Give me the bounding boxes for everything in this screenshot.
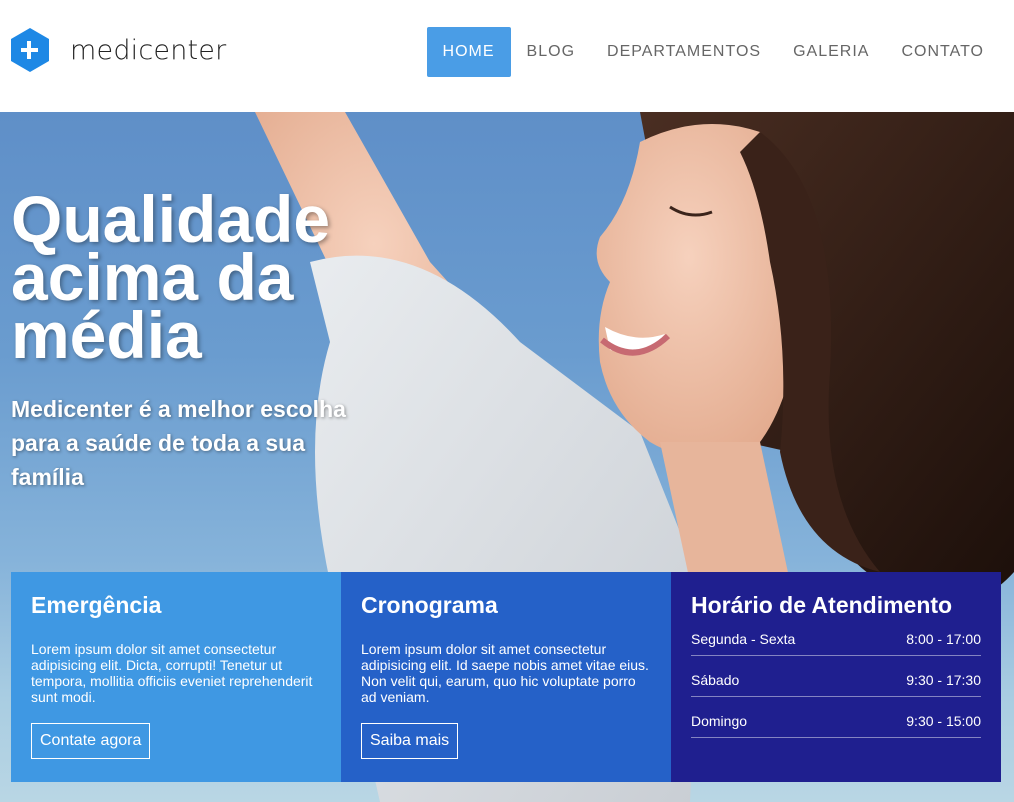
hours-time: 9:30 - 17:30 (906, 672, 981, 688)
site-header: medicenter HOME BLOG DEPARTAMENTOS GALER… (0, 0, 1014, 112)
main-nav: HOME BLOG DEPARTAMENTOS GALERIA CONTATO (426, 27, 1000, 77)
schedule-box: Cronograma Lorem ipsum dolor sit amet co… (341, 572, 671, 782)
nav-contato[interactable]: CONTATO (885, 27, 1000, 77)
hero-title: Qualidade acima da média (11, 186, 431, 368)
medical-cross-hexagon-icon (10, 27, 50, 73)
hours-day: Segunda - Sexta (691, 631, 796, 647)
emergency-text: Lorem ipsum dolor sit amet consectetur a… (31, 641, 313, 705)
hours-title: Horário de Atendimento (691, 592, 953, 618)
nav-blog[interactable]: BLOG (511, 27, 591, 77)
hours-box: Horário de Atendimento Segunda - Sexta 8… (671, 572, 1001, 782)
emergency-box: Emergência Lorem ipsum dolor sit amet co… (11, 572, 341, 782)
hours-time: 9:30 - 15:00 (906, 713, 981, 729)
schedule-title: Cronograma (361, 592, 498, 618)
emergency-title: Emergência (31, 592, 162, 618)
schedule-text: Lorem ipsum dolor sit amet consectetur a… (361, 641, 649, 705)
hours-time: 8:00 - 17:00 (906, 631, 981, 647)
contact-now-button[interactable]: Contate agora (31, 723, 151, 759)
hours-row: Sábado 9:30 - 17:30 (691, 672, 981, 697)
info-boxes: Emergência Lorem ipsum dolor sit amet co… (11, 572, 1001, 782)
logo[interactable]: medicenter (10, 27, 226, 73)
hero-subtitle: Medicenter é a melhor escolha para a saú… (11, 396, 346, 490)
nav-home[interactable]: HOME (426, 27, 511, 77)
hours-row: Segunda - Sexta 8:00 - 17:00 (691, 631, 981, 656)
hours-row: Domingo 9:30 - 15:00 (691, 713, 981, 738)
nav-departamentos[interactable]: DEPARTAMENTOS (591, 27, 777, 77)
hero-title-line-3: média (11, 298, 202, 372)
hours-day: Sábado (691, 672, 740, 688)
learn-more-button[interactable]: Saiba mais (361, 723, 459, 759)
logo-text: medicenter (70, 34, 227, 66)
hours-day: Domingo (691, 713, 748, 729)
nav-galeria[interactable]: GALERIA (777, 27, 885, 77)
